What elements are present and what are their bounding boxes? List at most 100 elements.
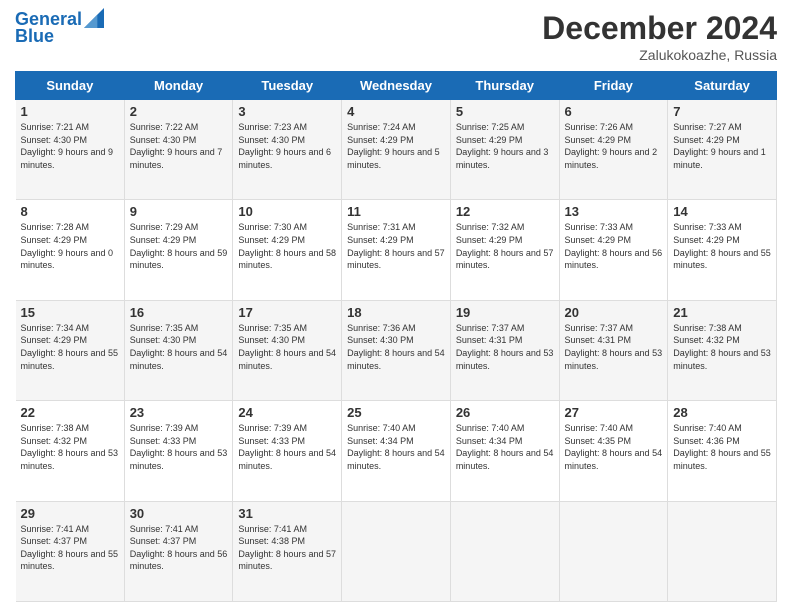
day-cell: 17 Sunrise: 7:35 AMSunset: 4:30 PMDaylig… — [233, 300, 342, 400]
day-info: Sunrise: 7:29 AMSunset: 4:29 PMDaylight:… — [130, 221, 228, 271]
day-number: 9 — [130, 204, 228, 219]
day-info: Sunrise: 7:23 AMSunset: 4:30 PMDaylight:… — [238, 121, 336, 171]
day-cell: 11 Sunrise: 7:31 AMSunset: 4:29 PMDaylig… — [342, 200, 451, 300]
day-cell: 18 Sunrise: 7:36 AMSunset: 4:30 PMDaylig… — [342, 300, 451, 400]
day-cell: 26 Sunrise: 7:40 AMSunset: 4:34 PMDaylig… — [450, 401, 559, 501]
day-number: 29 — [21, 506, 119, 521]
empty-cell — [559, 501, 668, 601]
day-number: 1 — [21, 104, 119, 119]
col-thursday: Thursday — [450, 72, 559, 100]
day-info: Sunrise: 7:33 AMSunset: 4:29 PMDaylight:… — [565, 221, 663, 271]
day-number: 20 — [565, 305, 663, 320]
day-number: 22 — [21, 405, 119, 420]
day-cell: 12 Sunrise: 7:32 AMSunset: 4:29 PMDaylig… — [450, 200, 559, 300]
day-info: Sunrise: 7:40 AMSunset: 4:36 PMDaylight:… — [673, 422, 771, 472]
day-info: Sunrise: 7:30 AMSunset: 4:29 PMDaylight:… — [238, 221, 336, 271]
day-cell: 16 Sunrise: 7:35 AMSunset: 4:30 PMDaylig… — [124, 300, 233, 400]
empty-cell — [450, 501, 559, 601]
day-number: 30 — [130, 506, 228, 521]
table-row: 22 Sunrise: 7:38 AMSunset: 4:32 PMDaylig… — [16, 401, 777, 501]
day-cell: 25 Sunrise: 7:40 AMSunset: 4:34 PMDaylig… — [342, 401, 451, 501]
day-number: 8 — [21, 204, 119, 219]
day-info: Sunrise: 7:37 AMSunset: 4:31 PMDaylight:… — [565, 322, 663, 372]
logo-icon — [84, 8, 104, 28]
empty-cell — [342, 501, 451, 601]
header: General Blue December 2024 Zalukokoazhe,… — [15, 10, 777, 63]
day-cell: 19 Sunrise: 7:37 AMSunset: 4:31 PMDaylig… — [450, 300, 559, 400]
day-number: 10 — [238, 204, 336, 219]
day-info: Sunrise: 7:37 AMSunset: 4:31 PMDaylight:… — [456, 322, 554, 372]
day-number: 25 — [347, 405, 445, 420]
day-info: Sunrise: 7:26 AMSunset: 4:29 PMDaylight:… — [565, 121, 663, 171]
day-cell: 23 Sunrise: 7:39 AMSunset: 4:33 PMDaylig… — [124, 401, 233, 501]
day-number: 28 — [673, 405, 771, 420]
day-number: 3 — [238, 104, 336, 119]
day-number: 23 — [130, 405, 228, 420]
day-info: Sunrise: 7:39 AMSunset: 4:33 PMDaylight:… — [238, 422, 336, 472]
day-cell: 21 Sunrise: 7:38 AMSunset: 4:32 PMDaylig… — [668, 300, 777, 400]
day-info: Sunrise: 7:40 AMSunset: 4:35 PMDaylight:… — [565, 422, 663, 472]
day-info: Sunrise: 7:40 AMSunset: 4:34 PMDaylight:… — [456, 422, 554, 472]
day-cell: 30 Sunrise: 7:41 AMSunset: 4:37 PMDaylig… — [124, 501, 233, 601]
day-info: Sunrise: 7:39 AMSunset: 4:33 PMDaylight:… — [130, 422, 228, 472]
day-number: 17 — [238, 305, 336, 320]
day-number: 6 — [565, 104, 663, 119]
col-wednesday: Wednesday — [342, 72, 451, 100]
day-cell: 10 Sunrise: 7:30 AMSunset: 4:29 PMDaylig… — [233, 200, 342, 300]
day-number: 15 — [21, 305, 119, 320]
day-info: Sunrise: 7:38 AMSunset: 4:32 PMDaylight:… — [673, 322, 771, 372]
day-info: Sunrise: 7:33 AMSunset: 4:29 PMDaylight:… — [673, 221, 771, 271]
day-number: 13 — [565, 204, 663, 219]
day-number: 7 — [673, 104, 771, 119]
day-info: Sunrise: 7:31 AMSunset: 4:29 PMDaylight:… — [347, 221, 445, 271]
table-row: 29 Sunrise: 7:41 AMSunset: 4:37 PMDaylig… — [16, 501, 777, 601]
table-row: 8 Sunrise: 7:28 AMSunset: 4:29 PMDayligh… — [16, 200, 777, 300]
day-cell: 5 Sunrise: 7:25 AMSunset: 4:29 PMDayligh… — [450, 100, 559, 200]
day-number: 24 — [238, 405, 336, 420]
main-container: General Blue December 2024 Zalukokoazhe,… — [0, 0, 792, 612]
day-info: Sunrise: 7:41 AMSunset: 4:37 PMDaylight:… — [21, 523, 119, 573]
logo: General Blue — [15, 10, 104, 47]
col-monday: Monday — [124, 72, 233, 100]
day-cell: 20 Sunrise: 7:37 AMSunset: 4:31 PMDaylig… — [559, 300, 668, 400]
day-number: 21 — [673, 305, 771, 320]
day-info: Sunrise: 7:34 AMSunset: 4:29 PMDaylight:… — [21, 322, 119, 372]
day-cell: 8 Sunrise: 7:28 AMSunset: 4:29 PMDayligh… — [16, 200, 125, 300]
empty-cell — [668, 501, 777, 601]
day-info: Sunrise: 7:35 AMSunset: 4:30 PMDaylight:… — [130, 322, 228, 372]
day-info: Sunrise: 7:40 AMSunset: 4:34 PMDaylight:… — [347, 422, 445, 472]
day-number: 16 — [130, 305, 228, 320]
day-number: 5 — [456, 104, 554, 119]
day-info: Sunrise: 7:41 AMSunset: 4:37 PMDaylight:… — [130, 523, 228, 573]
day-cell: 22 Sunrise: 7:38 AMSunset: 4:32 PMDaylig… — [16, 401, 125, 501]
day-info: Sunrise: 7:32 AMSunset: 4:29 PMDaylight:… — [456, 221, 554, 271]
day-info: Sunrise: 7:28 AMSunset: 4:29 PMDaylight:… — [21, 221, 119, 271]
day-number: 12 — [456, 204, 554, 219]
day-info: Sunrise: 7:21 AMSunset: 4:30 PMDaylight:… — [21, 121, 119, 171]
day-number: 11 — [347, 204, 445, 219]
day-cell: 14 Sunrise: 7:33 AMSunset: 4:29 PMDaylig… — [668, 200, 777, 300]
day-cell: 29 Sunrise: 7:41 AMSunset: 4:37 PMDaylig… — [16, 501, 125, 601]
day-number: 18 — [347, 305, 445, 320]
day-cell: 28 Sunrise: 7:40 AMSunset: 4:36 PMDaylig… — [668, 401, 777, 501]
day-number: 14 — [673, 204, 771, 219]
col-saturday: Saturday — [668, 72, 777, 100]
day-info: Sunrise: 7:41 AMSunset: 4:38 PMDaylight:… — [238, 523, 336, 573]
day-cell: 1 Sunrise: 7:21 AMSunset: 4:30 PMDayligh… — [16, 100, 125, 200]
day-number: 26 — [456, 405, 554, 420]
day-number: 19 — [456, 305, 554, 320]
day-info: Sunrise: 7:24 AMSunset: 4:29 PMDaylight:… — [347, 121, 445, 171]
table-row: 15 Sunrise: 7:34 AMSunset: 4:29 PMDaylig… — [16, 300, 777, 400]
day-cell: 7 Sunrise: 7:27 AMSunset: 4:29 PMDayligh… — [668, 100, 777, 200]
day-info: Sunrise: 7:35 AMSunset: 4:30 PMDaylight:… — [238, 322, 336, 372]
day-info: Sunrise: 7:38 AMSunset: 4:32 PMDaylight:… — [21, 422, 119, 472]
location: Zalukokoazhe, Russia — [542, 47, 777, 63]
day-cell: 6 Sunrise: 7:26 AMSunset: 4:29 PMDayligh… — [559, 100, 668, 200]
day-info: Sunrise: 7:27 AMSunset: 4:29 PMDaylight:… — [673, 121, 771, 171]
day-number: 2 — [130, 104, 228, 119]
day-number: 4 — [347, 104, 445, 119]
day-cell: 27 Sunrise: 7:40 AMSunset: 4:35 PMDaylig… — [559, 401, 668, 501]
calendar: Sunday Monday Tuesday Wednesday Thursday… — [15, 71, 777, 602]
day-info: Sunrise: 7:36 AMSunset: 4:30 PMDaylight:… — [347, 322, 445, 372]
day-cell: 3 Sunrise: 7:23 AMSunset: 4:30 PMDayligh… — [233, 100, 342, 200]
